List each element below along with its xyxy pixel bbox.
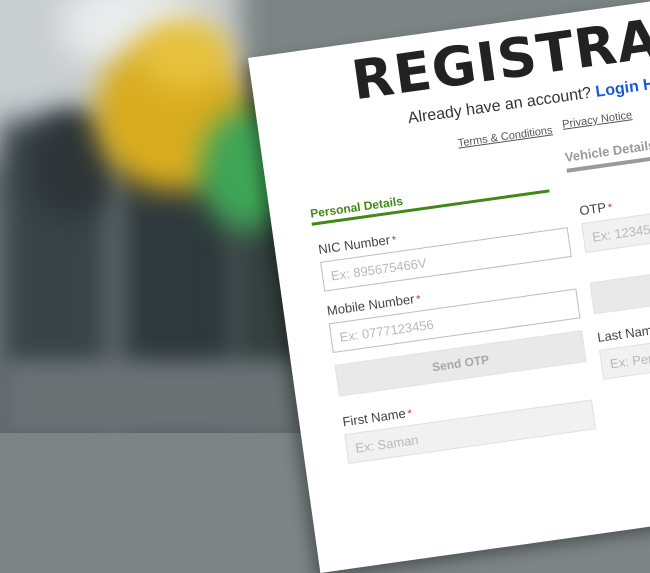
tab-personal-label: Personal Details — [309, 193, 404, 221]
tab-personal-details[interactable]: Personal Details — [308, 167, 550, 226]
otp-label: OTP* — [578, 199, 614, 219]
verify-otp-button[interactable] — [589, 250, 650, 315]
required-mark: * — [406, 407, 413, 421]
required-mark: * — [607, 201, 614, 215]
privacy-link[interactable]: Privacy Notice — [562, 109, 633, 131]
last-name-label: Last Name* — [596, 321, 650, 346]
required-mark: * — [415, 293, 422, 306]
terms-link[interactable]: Terms & Conditions — [457, 124, 553, 149]
required-mark: * — [391, 234, 398, 247]
registration-form: REGISTRATION Already have an account? Lo… — [248, 0, 650, 573]
tab-vehicle-label: Vehicle Details — [563, 137, 650, 165]
